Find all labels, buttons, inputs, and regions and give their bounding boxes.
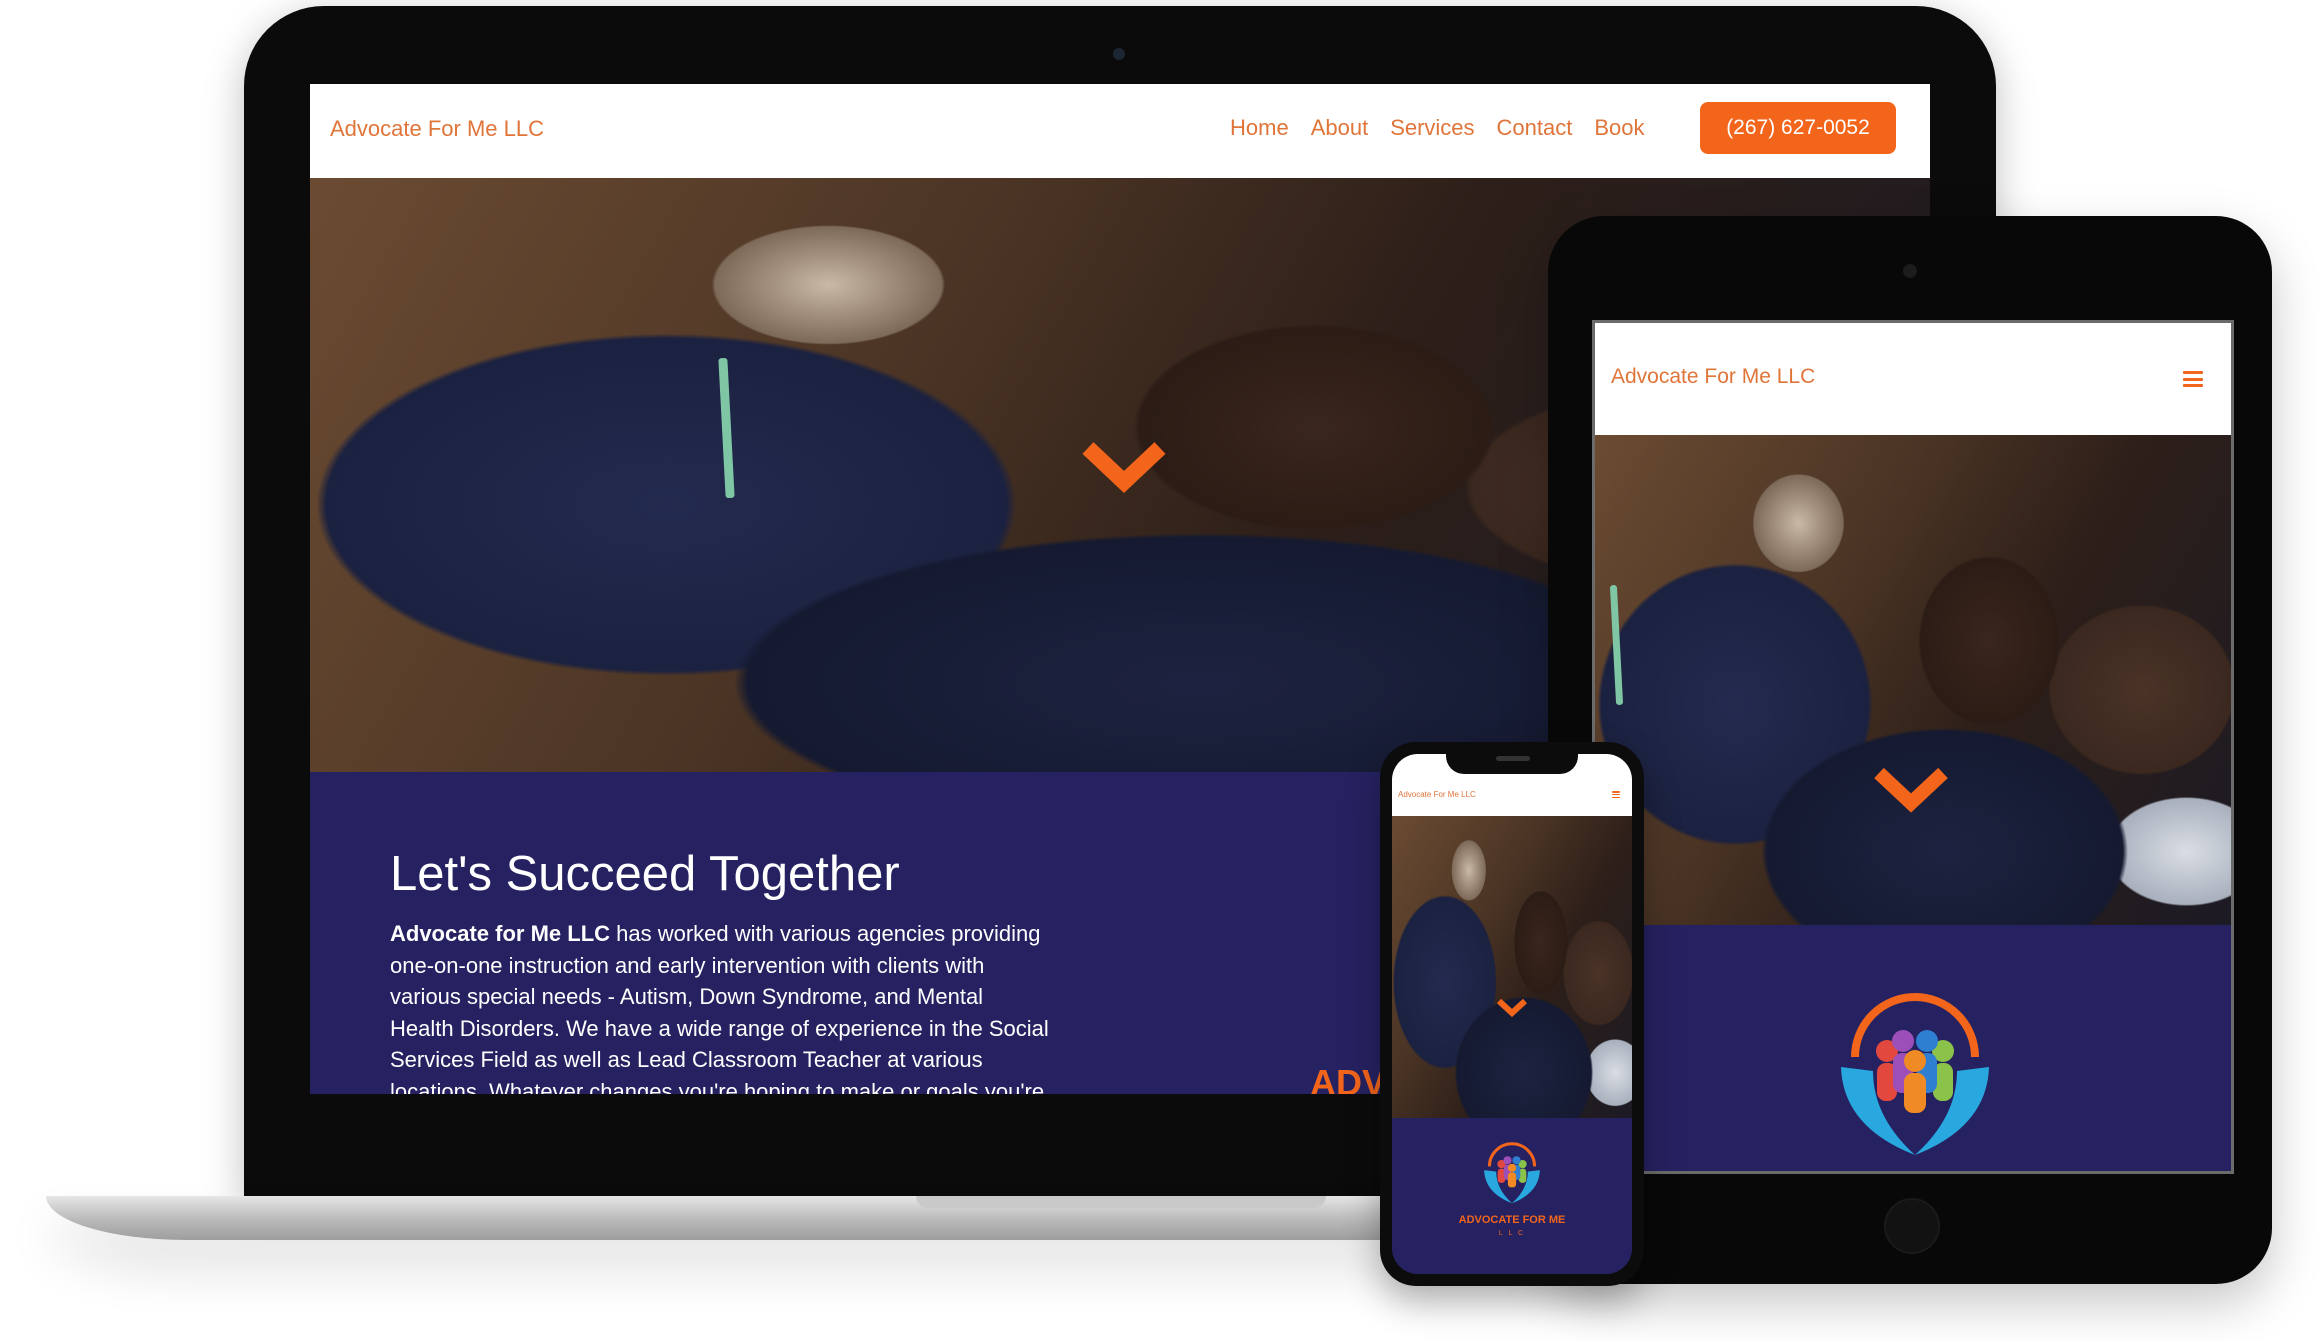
intro-paragraph: Advocate for Me LLC has worked with vari… [390,918,1150,1094]
phone-hero-photo [1392,816,1632,1118]
intro-line: Health Disorders. We have a wide range o… [390,1015,1049,1041]
nav-contact[interactable]: Contact [1497,115,1573,141]
page-title: Let's Succeed Together [390,847,900,901]
intro-line: various special needs - Autism, Down Syn… [390,984,984,1009]
nav-services[interactable]: Services [1390,115,1474,141]
logo-suffix-text: L L C [1498,1230,1526,1237]
intro-line: has worked with various agencies providi… [610,921,1041,946]
brand-logo-text[interactable]: Advocate For Me LLC [330,116,544,142]
intro-line: one-on-one instruction and early interve… [390,952,985,978]
intro-line: locations. Whatever changes you're hopin… [390,1078,1045,1095]
pencil-detail [718,357,735,499]
tablet-site-header: Advocate For Me LLC [1595,323,2231,435]
tablet-brand-logo-text[interactable]: Advocate For Me LLC [1611,365,1815,389]
pencil-detail [1609,584,1624,706]
intro-line: Services Field as well as Lead Classroom… [390,1047,983,1072]
partial-logo-text: ADV [1310,1062,1387,1094]
phone-screen: Advocate For Me LLC ADVOCATE FOR ME L L … [1392,754,1632,1274]
hamburger-menu-icon[interactable] [1612,791,1620,798]
hamburger-menu-icon[interactable] [2183,371,2203,387]
phone-logo-section: ADVOCATE FOR ME L L C [1392,1118,1632,1274]
tablet-logo-section [1595,925,2231,1171]
phone-brand-logo-text[interactable]: Advocate For Me LLC [1398,790,1476,799]
tablet-home-button [1884,1198,1940,1254]
laptop-base [46,1196,1606,1240]
chevron-down-icon[interactable] [1080,438,1168,494]
phone-speaker [1496,756,1530,761]
family-hands-logo-icon [1833,987,1997,1161]
tablet-hero-photo [1595,435,2231,925]
intro-company-name: Advocate for Me LLC [390,921,611,946]
chevron-down-icon[interactable] [1871,765,1951,815]
nav-about[interactable]: About [1311,115,1369,141]
nav-book[interactable]: Book [1594,115,1644,141]
tablet-screen: Advocate For Me LLC [1592,320,2234,1174]
tablet-camera [1903,264,1917,278]
family-hands-logo-icon [1480,1140,1544,1208]
main-nav: Home About Services Contact Book [1230,115,1645,141]
logo-name-text: ADVOCATE FOR ME [1458,1214,1566,1226]
phone-notch [1446,750,1578,774]
chevron-down-icon[interactable] [1496,998,1528,1018]
phone-call-button[interactable]: (267) 627-0052 [1700,102,1896,154]
nav-home[interactable]: Home [1230,115,1289,141]
laptop-camera [1113,48,1125,60]
laptop-notch [916,1196,1326,1208]
site-header: Advocate For Me LLC Home About Services … [310,84,1930,178]
